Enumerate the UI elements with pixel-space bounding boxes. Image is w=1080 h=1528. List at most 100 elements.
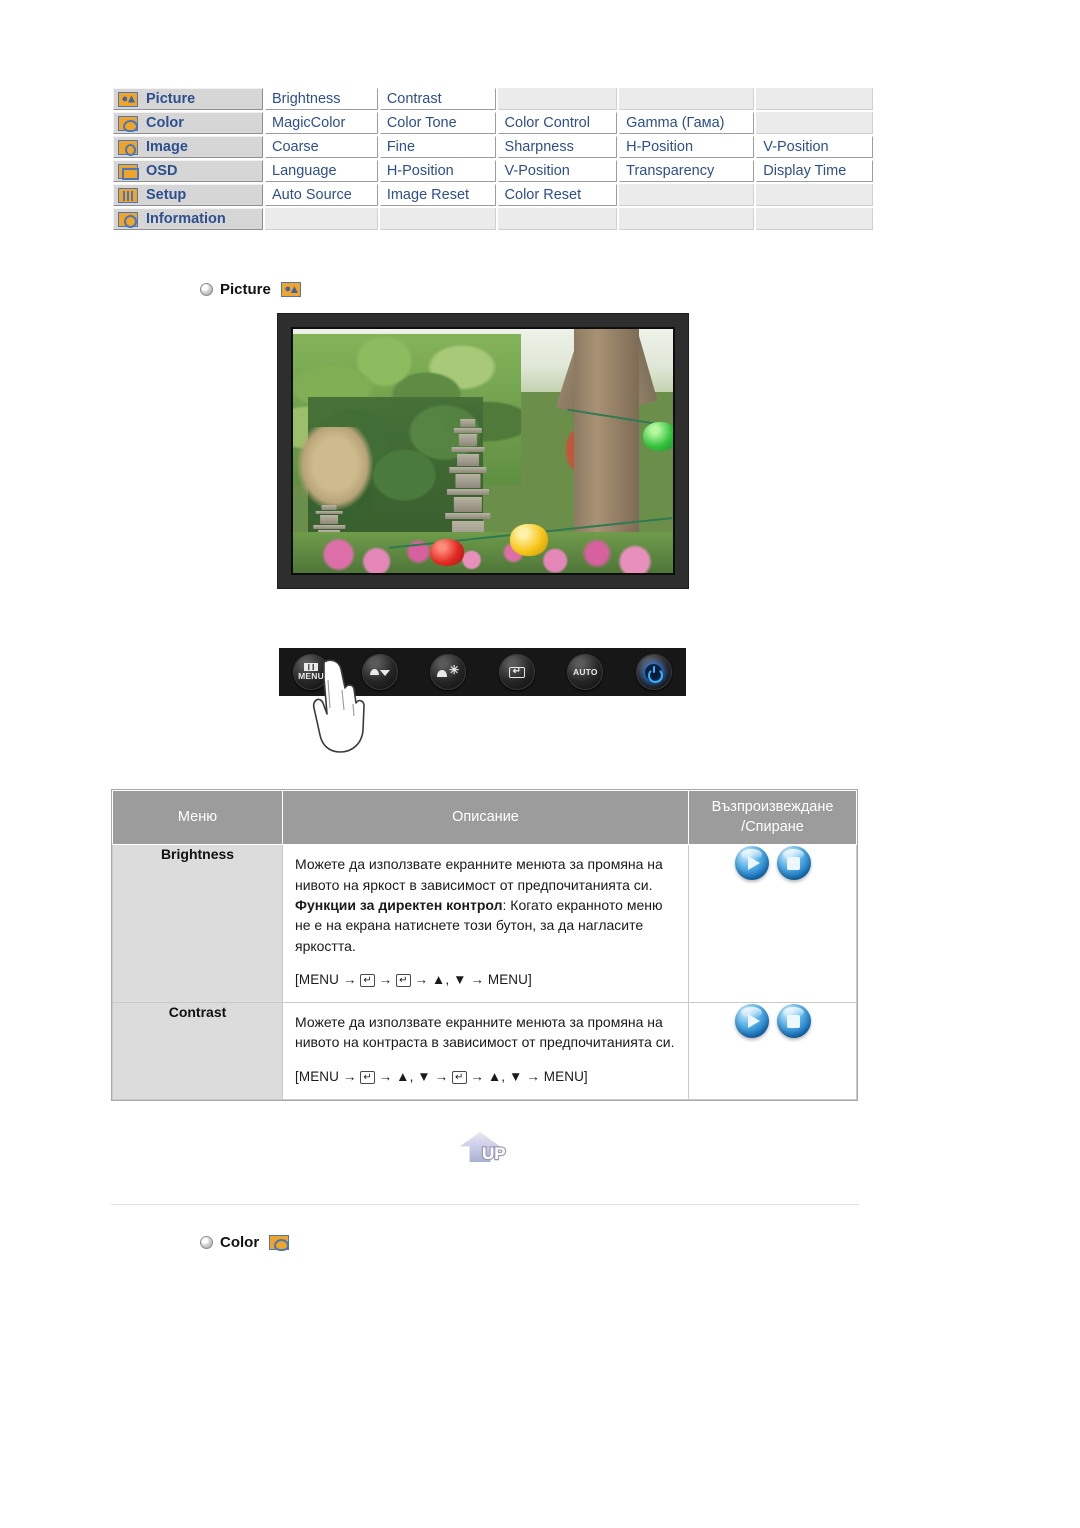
nav-category-label: Information xyxy=(146,211,226,227)
table-header-row: Меню Описание Възпроизвеждане /Спиране xyxy=(112,789,857,846)
power-icon xyxy=(645,663,664,683)
auto-button-label: AUTO xyxy=(573,666,598,677)
nav-item-coarse[interactable]: Coarse xyxy=(265,136,378,158)
color-icon xyxy=(269,1235,290,1251)
nav-row: Picture Brightness Contrast xyxy=(113,88,873,110)
row-description-brightness: Можете да използвате екранните менюта за… xyxy=(282,844,689,1004)
nav-item-color-tone[interactable]: Color Tone xyxy=(379,112,496,134)
nav-item-color-reset[interactable]: Color Reset xyxy=(497,184,618,206)
nav-row: OSD Language H-Position V-Position Transpare… xyxy=(113,160,873,182)
nav-cell-empty xyxy=(756,112,873,134)
nav-category-label: Setup xyxy=(146,187,187,203)
monitor-control-panel: MENU AUTO xyxy=(279,648,686,753)
nav-cell-empty xyxy=(265,208,378,230)
nav-category-label: Picture xyxy=(146,91,196,107)
up-down-arrow-icon xyxy=(369,666,390,678)
contrast-path: [MENU → ↵ → ▲, ▼ → ↵ → ▲, ▼ → MENU] xyxy=(295,1067,676,1087)
playstop-line1: Възпроизвеждане xyxy=(711,799,834,815)
nav-item-v-position[interactable]: V-Position xyxy=(497,160,618,182)
nav-cell-empty xyxy=(756,88,873,110)
picture-icon xyxy=(118,91,138,107)
screen-stone-pagoda xyxy=(445,419,491,547)
enter-key-icon: ↵ xyxy=(396,974,411,988)
row-menu-contrast: Contrast xyxy=(112,1002,283,1100)
monitor-illustration xyxy=(277,313,689,589)
nav-category-information[interactable]: Information xyxy=(113,208,263,230)
feature-description-table: Меню Описание Възпроизвеждане /Спиране B… xyxy=(111,789,858,1101)
row-menu-brightness: Brightness xyxy=(112,844,283,1004)
page-root: Picture Brightness Contrast Color MagicColo… xyxy=(0,0,1080,1528)
auto-button[interactable]: AUTO xyxy=(567,654,604,690)
brightness-path-mid2: → ▲, ▼ → MENU] xyxy=(414,972,532,988)
nav-cell-empty xyxy=(497,88,618,110)
nav-item-gamma[interactable]: Gamma (Гама) xyxy=(619,112,755,134)
nav-item-image-reset[interactable]: Image Reset xyxy=(379,184,496,206)
page-title-color: Color xyxy=(220,1234,260,1251)
nav-item-v-position[interactable]: V-Position xyxy=(756,136,873,158)
enter-icon xyxy=(508,666,525,678)
column-header-menu: Меню xyxy=(112,789,283,846)
nav-category-setup[interactable]: Setup xyxy=(113,184,263,206)
nav-item-brightness[interactable]: Brightness xyxy=(265,88,378,110)
nav-item-auto-source[interactable]: Auto Source xyxy=(265,184,378,206)
column-header-playstop: Възпроизвеждане /Спиране xyxy=(688,789,857,846)
table-row: Brightness Можете да използвате екраннит… xyxy=(112,844,857,1004)
nav-cell-empty xyxy=(619,208,755,230)
brightness-button[interactable] xyxy=(430,654,467,690)
section-heading-color: Color xyxy=(200,1234,290,1251)
nav-item-contrast[interactable]: Contrast xyxy=(379,88,496,110)
nav-category-picture[interactable]: Picture xyxy=(113,88,263,110)
picture-icon xyxy=(280,282,301,297)
nav-row: Color MagicColor Color Tone Color Control Ga… xyxy=(113,112,873,134)
nav-category-color[interactable]: Color xyxy=(113,112,263,134)
contrast-path-pre: [MENU → xyxy=(295,1068,357,1084)
play-button[interactable] xyxy=(734,1004,769,1039)
table-row: Contrast Можете да използвате екранните … xyxy=(112,1002,857,1100)
nav-item-fine[interactable]: Fine xyxy=(379,136,496,158)
section-divider xyxy=(111,1204,859,1205)
row-playstop-contrast xyxy=(688,1002,857,1100)
play-button[interactable] xyxy=(734,846,769,881)
menu-button[interactable]: MENU xyxy=(293,654,329,690)
nav-item-color-control[interactable]: Color Control xyxy=(497,112,618,134)
nav-item-magiccolor[interactable]: MagicColor xyxy=(265,112,378,134)
screen-lantern-green xyxy=(642,421,673,451)
nav-cell-empty xyxy=(756,208,873,230)
enter-button[interactable] xyxy=(498,654,535,690)
bullet-icon xyxy=(200,283,213,296)
nav-table: Picture Brightness Contrast Color MagicColo… xyxy=(111,86,875,232)
enter-key-icon: ↵ xyxy=(452,1070,467,1084)
row-description-contrast: Можете да използвате екранните менюта за… xyxy=(282,1002,689,1100)
color-icon xyxy=(118,115,138,132)
updown-button[interactable] xyxy=(361,654,398,690)
nav-item-h-position[interactable]: H-Position xyxy=(619,136,755,158)
play-icon xyxy=(747,1014,760,1029)
nav-item-transparency[interactable]: Transparency xyxy=(619,160,755,182)
setup-icon xyxy=(118,187,138,203)
nav-category-label: Image xyxy=(146,139,188,155)
nav-item-sharpness[interactable]: Sharpness xyxy=(497,136,618,158)
enter-key-icon: ↵ xyxy=(360,1070,375,1084)
stop-button[interactable] xyxy=(776,1004,811,1039)
nav-item-display-time[interactable]: Display Time xyxy=(756,160,873,182)
nav-item-h-position[interactable]: H-Position xyxy=(379,160,496,182)
contrast-path-mid2: → ▲, ▼ → MENU] xyxy=(470,1068,588,1084)
nav-category-osd[interactable]: OSD xyxy=(113,160,263,182)
stop-icon xyxy=(787,1014,800,1028)
nav-category-label: Color xyxy=(146,115,184,131)
info-icon xyxy=(118,211,138,228)
brightness-bold-lead: Функции за директен контрол xyxy=(295,897,503,913)
stop-button[interactable] xyxy=(776,846,811,881)
brightness-path-pre: [MENU → xyxy=(295,972,357,988)
playstop-line2: /Спиране xyxy=(741,818,804,835)
nav-item-language[interactable]: Language xyxy=(265,160,378,182)
up-button[interactable]: UP UP xyxy=(460,1132,524,1170)
screen-lantern-red xyxy=(429,538,464,566)
power-button[interactable] xyxy=(635,654,672,690)
nav-cell-empty xyxy=(497,208,618,230)
nav-row: Information xyxy=(113,208,873,230)
nav-category-image[interactable]: Image xyxy=(113,136,263,158)
monitor-screen-image xyxy=(291,327,675,575)
brightness-icon xyxy=(437,664,459,678)
contrast-body-1: Можете да използвате екранните менюта за… xyxy=(295,1014,675,1051)
